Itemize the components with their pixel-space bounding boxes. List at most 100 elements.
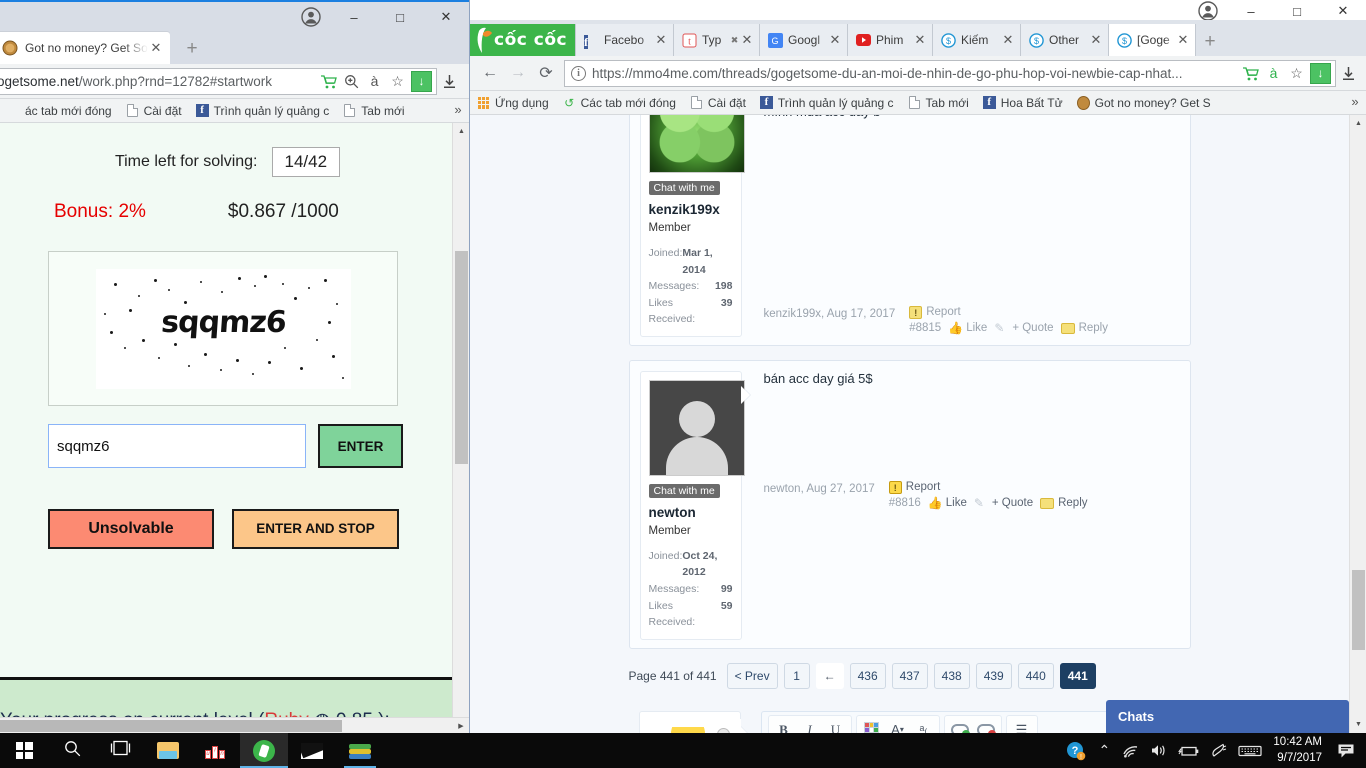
help-icon[interactable]: ?! <box>1061 733 1091 768</box>
captcha-action-buttons[interactable]: Unsolvable ENTER AND STOP <box>48 509 455 549</box>
info-icon[interactable]: i <box>571 65 586 81</box>
bookmark-settings[interactable]: Cài đặt <box>119 104 189 118</box>
mail-app-button[interactable] <box>288 733 336 768</box>
left-tabstrip[interactable]: Got no money? Get Some! ✕ + <box>0 30 469 64</box>
pen-icon[interactable] <box>1205 733 1233 768</box>
download-green-icon[interactable]: ↓ <box>411 70 432 92</box>
enter-button[interactable]: ENTER <box>318 424 403 468</box>
left-browser-window[interactable]: – □ ✕ Got no money? Get Some! ✕ + ogetso… <box>0 0 470 733</box>
profile-avatar-icon[interactable] <box>301 7 321 27</box>
table-row[interactable]: Chat with me newton Member Joined: Oct 24… <box>628 359 1191 649</box>
left-page-scrollbar[interactable]: ▲ ▼ <box>452 123 469 733</box>
reply-button[interactable]: Reply <box>1040 497 1088 509</box>
quote-button[interactable]: ✎ + Quote <box>994 321 1053 335</box>
avatar[interactable] <box>646 718 741 733</box>
bookmark-apps[interactable]: Ứng dụng <box>470 96 556 110</box>
avatar[interactable] <box>648 379 745 476</box>
keyboard-icon[interactable] <box>1233 733 1267 768</box>
tab-gogetsome-thread[interactable]: $ [Goge ✕ <box>1108 24 1196 56</box>
bookmark-hoa-bat-tu[interactable]: f Hoa Bất Tử <box>976 96 1070 110</box>
scroll-down-icon[interactable]: ▼ <box>1350 716 1366 733</box>
wifi-icon[interactable] <box>1117 733 1145 768</box>
right-tabstrip[interactable]: cốc cốc f Facebo ✕ t Typ ✖ ✕ G Googl ✕ P… <box>470 20 1366 56</box>
font-size-button[interactable]: A ▾ <box>886 718 910 733</box>
like-button[interactable]: 👍 Like <box>948 321 987 335</box>
forum-page-scrollbar[interactable]: ▲ ▼ <box>1349 115 1366 733</box>
left-page-hscrollbar[interactable]: ▶ <box>0 717 469 733</box>
quote-button[interactable]: ✎ + Quote <box>974 496 1033 510</box>
new-tab-button[interactable]: + <box>1198 31 1222 53</box>
tab-google-translate[interactable]: G Googl ✕ <box>759 24 847 56</box>
insert-link-button[interactable] <box>948 718 972 733</box>
post-number[interactable]: #8815 <box>909 322 941 334</box>
system-tray[interactable]: ?! ⌃ 10:42 AM 9/7/2017 <box>1061 733 1366 768</box>
scrollbar-thumb[interactable] <box>455 251 468 464</box>
right-browser-window[interactable]: – □ ✕ cốc cốc f Facebo ✕ t Typ ✖ ✕ G Goo… <box>470 0 1366 733</box>
page-439-button[interactable]: 439 <box>975 662 1012 689</box>
page-440-button[interactable]: 440 <box>1017 662 1054 689</box>
scrollbar-thumb[interactable] <box>1352 570 1365 650</box>
bookmarks-overflow-button[interactable]: » <box>449 102 467 117</box>
author-username[interactable]: newton <box>649 505 733 520</box>
close-icon[interactable]: ✕ <box>148 40 164 56</box>
address-bar[interactable]: i https://mmo4me.com/threads/gogetsome-d… <box>564 59 1336 87</box>
prev-page-button[interactable]: < Prev <box>726 662 778 689</box>
star-icon[interactable]: ☆ <box>388 72 407 91</box>
bookmark-settings[interactable]: Cài đặt <box>683 96 753 110</box>
hscrollbar-thumb[interactable] <box>0 720 342 732</box>
download-icon[interactable] <box>437 74 461 89</box>
cart-icon[interactable] <box>319 72 338 91</box>
scroll-up-icon[interactable]: ▲ <box>453 123 469 140</box>
unikey-button[interactable]: uịn <box>192 733 240 768</box>
captcha-input-row[interactable]: ENTER <box>48 424 455 468</box>
tab-others[interactable]: $ Other ✕ <box>1020 24 1108 56</box>
bookmark-recent-tabs[interactable]: ↺ Các tab mới đóng <box>556 96 683 110</box>
download-green-icon[interactable]: ↓ <box>1310 62 1331 84</box>
coccoc-browser-button[interactable] <box>240 733 288 768</box>
address-bar-icons[interactable]: à ☆ ↓ <box>1235 62 1331 84</box>
bold-button[interactable]: B <box>772 718 796 733</box>
profile-avatar-icon[interactable] <box>1198 1 1218 21</box>
windows-taskbar[interactable]: uịn ?! ⌃ 10:42 AM 9/7/2017 <box>0 733 1366 768</box>
new-tab-button[interactable]: + <box>180 38 204 60</box>
clock[interactable]: 10:42 AM 9/7/2017 <box>1267 733 1332 768</box>
bookmark-gogetsome[interactable]: Got no money? Get S <box>1070 95 1218 110</box>
bookmarks-overflow-button[interactable]: » <box>1346 94 1364 109</box>
scroll-right-icon[interactable]: ▶ <box>453 718 469 733</box>
report-button[interactable]: ! Report <box>888 480 940 494</box>
battery-icon[interactable] <box>1173 733 1205 768</box>
mute-icon[interactable]: ✖ <box>729 35 740 46</box>
show-hidden-icons-button[interactable]: ⌃ <box>1091 733 1117 768</box>
page-438-button[interactable]: 438 <box>933 662 970 689</box>
task-view-button[interactable] <box>96 733 144 768</box>
download-icon[interactable] <box>1336 66 1360 81</box>
report-button[interactable]: ! Report <box>909 305 961 319</box>
bookmark-ads-manager[interactable]: f Trình quản lý quảng c <box>189 104 337 118</box>
maximize-button[interactable]: □ <box>377 2 423 32</box>
pagination[interactable]: Page 441 of 441 < Prev 1 ← 436 437 438 4… <box>629 662 1191 689</box>
reply-button[interactable]: Reply <box>1060 322 1108 334</box>
translate-icon[interactable]: à <box>365 72 384 91</box>
page-436-button[interactable]: 436 <box>849 662 886 689</box>
cart-icon[interactable] <box>1241 64 1260 83</box>
author-username[interactable]: kenzik199x <box>649 202 733 217</box>
star-icon[interactable]: ☆ <box>1287 64 1306 83</box>
close-button[interactable]: ✕ <box>423 2 469 32</box>
remove-format-button[interactable]: ᵃ₍ <box>912 718 936 733</box>
tab-typing[interactable]: t Typ ✖ ✕ <box>673 24 759 56</box>
close-icon[interactable]: ✕ <box>1176 32 1190 48</box>
page-441-button[interactable]: 441 <box>1059 662 1096 689</box>
tab-kiem[interactable]: $ Kiếm ✕ <box>932 24 1020 56</box>
like-button[interactable]: 👍 Like <box>928 496 967 510</box>
enter-and-stop-button[interactable]: ENTER AND STOP <box>232 509 399 549</box>
close-icon[interactable]: ✕ <box>1001 32 1015 48</box>
italic-button[interactable]: I <box>798 718 822 733</box>
page-437-button[interactable]: 437 <box>891 662 928 689</box>
zoom-icon[interactable] <box>342 72 361 91</box>
bookmark-new-tab[interactable]: Tab mới <box>901 96 976 110</box>
close-icon[interactable]: ✕ <box>654 32 668 48</box>
tab-facebook[interactable]: f Facebo ✕ <box>575 24 673 56</box>
right-urlbar[interactable]: ← → ⟳ i https://mmo4me.com/threads/goget… <box>470 56 1366 91</box>
tab-phim[interactable]: Phim ✕ <box>847 24 932 56</box>
back-button[interactable]: ← <box>476 59 504 87</box>
